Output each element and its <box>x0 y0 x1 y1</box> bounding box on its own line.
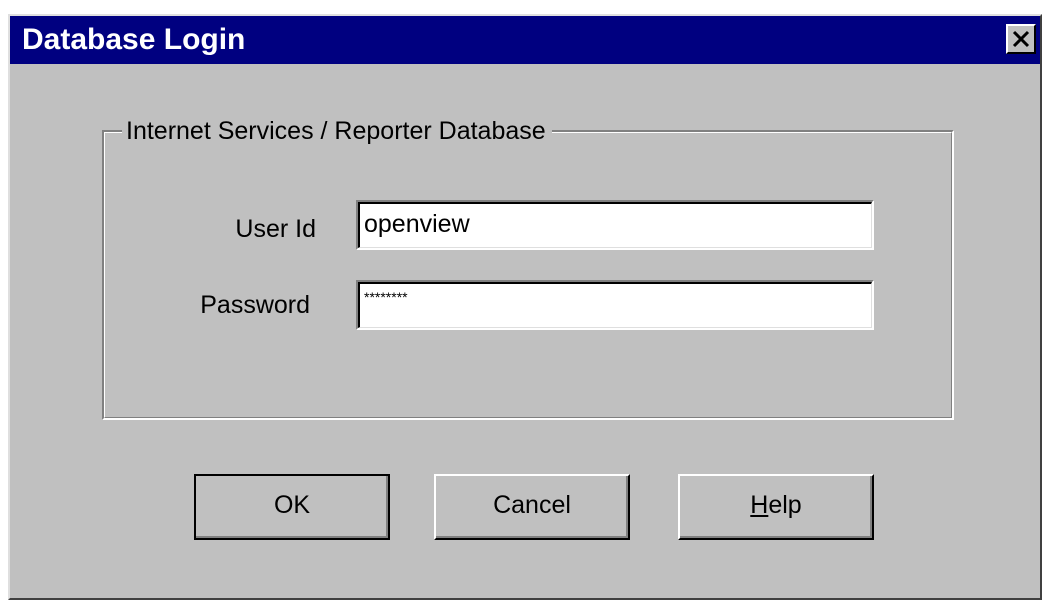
close-icon <box>1012 30 1030 48</box>
help-button-label: Help <box>750 491 801 519</box>
password-input[interactable]: ******** <box>356 280 874 330</box>
user-id-value: openview <box>364 210 470 238</box>
title-bar[interactable]: Database Login <box>10 16 1040 64</box>
user-id-label: User Id <box>235 215 316 243</box>
close-button[interactable] <box>1006 24 1036 54</box>
help-accelerator: H <box>750 491 769 519</box>
cancel-button-label: Cancel <box>493 491 571 519</box>
database-groupbox <box>102 130 954 420</box>
password-value: ******** <box>364 289 408 305</box>
password-label: Password <box>200 291 310 319</box>
ok-button[interactable]: OK <box>194 474 390 540</box>
window-title: Database Login <box>22 23 246 56</box>
groupbox-legend: Internet Services / Reporter Database <box>122 116 552 146</box>
help-button[interactable]: Help <box>678 474 874 540</box>
database-login-dialog: Database Login Internet Services / Repor… <box>8 14 1042 600</box>
user-id-input[interactable]: openview <box>356 200 874 250</box>
ok-button-label: OK <box>273 491 311 519</box>
cancel-button[interactable]: Cancel <box>434 474 630 540</box>
help-label-rest: elp <box>768 491 802 519</box>
